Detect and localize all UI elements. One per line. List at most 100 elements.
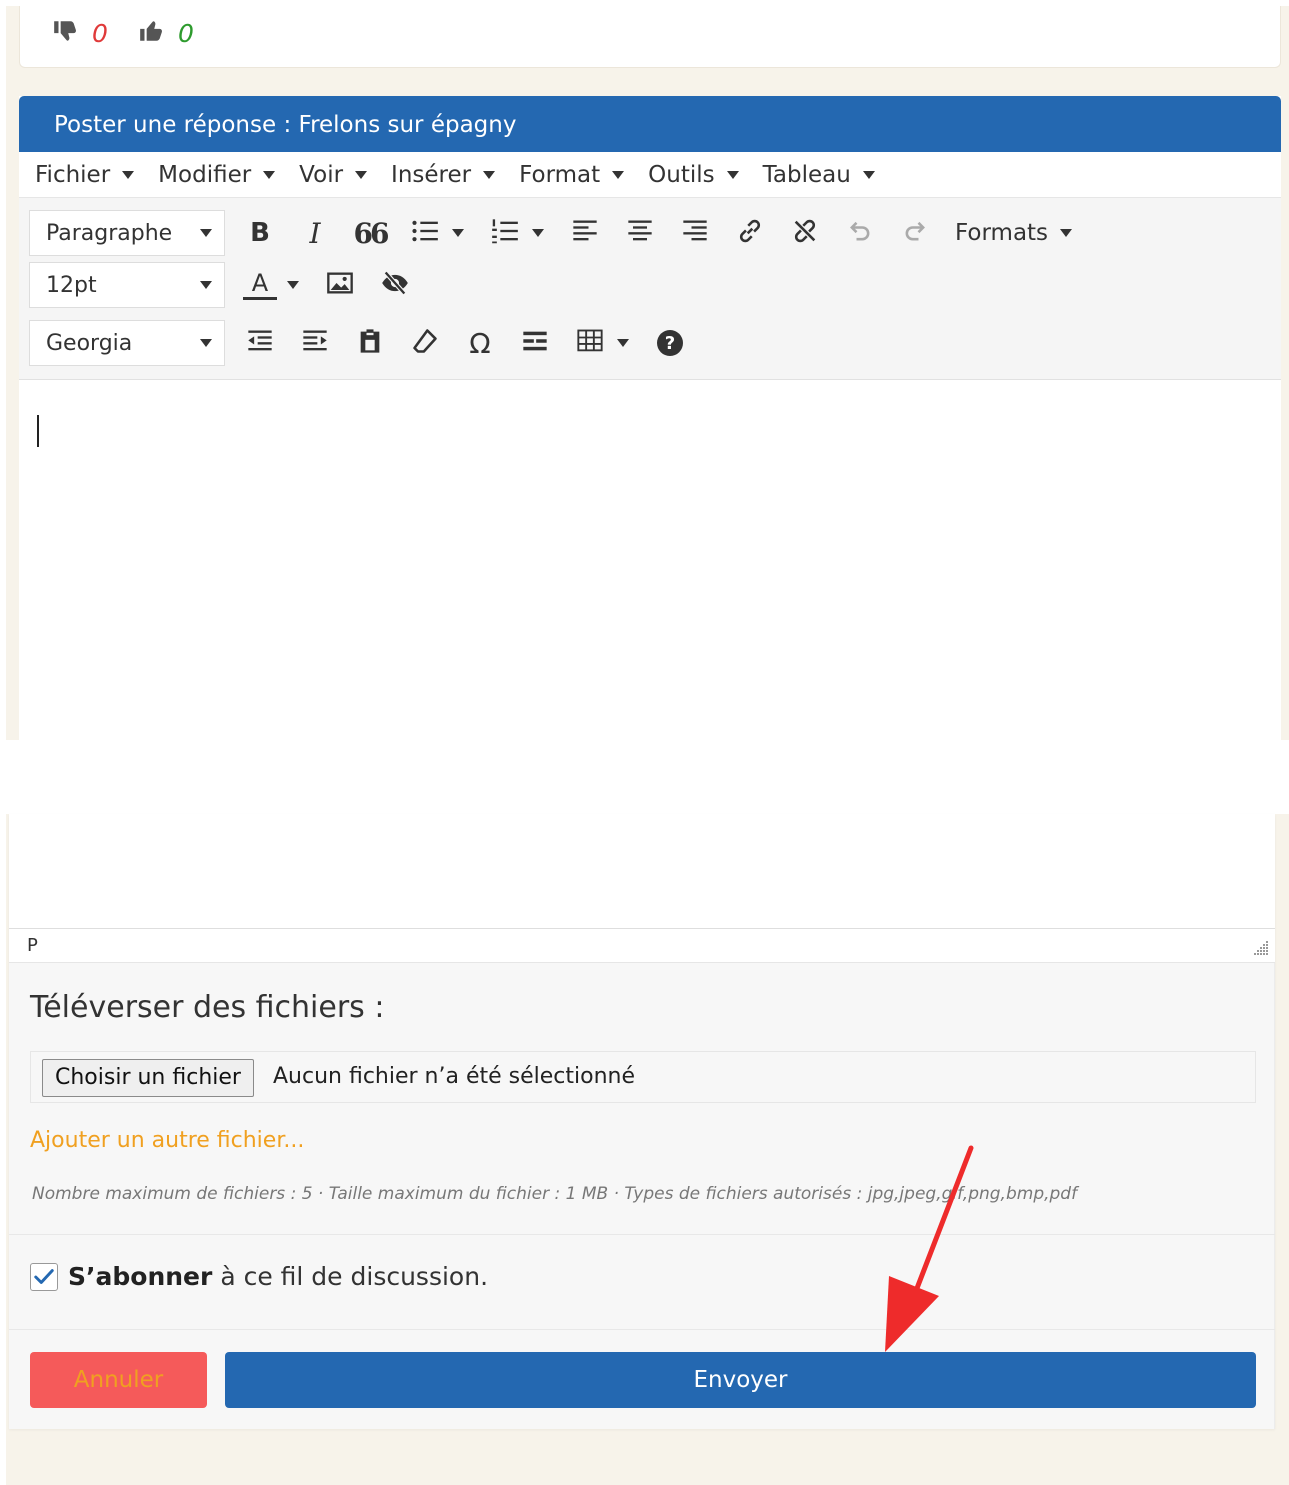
text-color-icon: A	[243, 271, 277, 300]
dislike-vote[interactable]: 0	[52, 18, 108, 48]
align-left-icon	[571, 217, 599, 249]
bold-icon: B	[250, 218, 270, 248]
align-center-button[interactable]	[617, 210, 663, 256]
add-another-file-link[interactable]: Ajouter un autre fichier...	[30, 1128, 304, 1153]
caret-down-icon	[532, 229, 544, 237]
choose-file-button[interactable]: Choisir un fichier	[42, 1059, 254, 1097]
no-file-selected-text: Aucun fichier n’a été sélectionné	[273, 1064, 636, 1089]
previous-post-footer: 0 0	[19, 6, 1281, 68]
indent-icon	[301, 327, 329, 359]
redo-icon	[901, 217, 929, 249]
editor-content-area-continued[interactable]	[9, 814, 1275, 929]
thumbs-down-icon[interactable]	[52, 18, 78, 48]
unlink-icon	[791, 217, 819, 249]
menu-tableau[interactable]: Tableau	[763, 162, 875, 188]
reply-form-footer: P Téléverser des fichiers : Choisir un f…	[9, 814, 1275, 1429]
caret-down-icon	[263, 170, 276, 179]
menu-fichier[interactable]: Fichier	[35, 162, 135, 188]
caret-down-icon	[483, 170, 496, 179]
numbered-list-button[interactable]	[482, 210, 528, 256]
dislike-count: 0	[92, 18, 108, 48]
outdent-icon	[246, 327, 274, 359]
caret-down-icon	[200, 281, 212, 289]
bullet-list-dropdown[interactable]	[448, 210, 468, 256]
eye-slash-icon	[381, 269, 409, 301]
special-character-button[interactable]: Ω	[457, 320, 503, 366]
table-icon	[576, 327, 604, 359]
insert-link-button[interactable]	[727, 210, 773, 256]
redo-button[interactable]	[892, 210, 938, 256]
text-cursor	[37, 415, 39, 447]
numbered-list-dropdown[interactable]	[528, 210, 548, 256]
like-count: 0	[178, 18, 194, 48]
send-button[interactable]: Envoyer	[225, 1352, 1256, 1408]
indent-button[interactable]	[292, 320, 338, 366]
caret-down-icon	[1060, 229, 1073, 237]
image-icon	[326, 269, 354, 301]
caret-down-icon	[355, 170, 368, 179]
bullet-list-icon	[411, 217, 439, 249]
italic-button[interactable]: I	[292, 210, 338, 256]
caret-down-icon	[726, 170, 739, 179]
insert-image-button[interactable]	[317, 262, 363, 308]
subscribe-checkbox[interactable]	[30, 1262, 58, 1291]
bottom-screenshot: P Téléverser des fichiers : Choisir un f…	[6, 814, 1289, 1485]
help-button[interactable]: ?	[647, 320, 693, 366]
caret-down-icon	[122, 170, 135, 179]
subscribe-label-rest: à ce fil de discussion.	[220, 1262, 489, 1291]
caret-down-icon	[200, 339, 212, 347]
toggle-visibility-button[interactable]	[372, 262, 418, 308]
like-vote[interactable]: 0	[138, 18, 194, 48]
divider	[9, 1234, 1275, 1235]
blockquote-icon: 66	[353, 216, 390, 250]
caret-down-icon	[452, 229, 464, 237]
file-input[interactable]: Choisir un fichier Aucun fichier n’a été…	[30, 1051, 1256, 1103]
checkmark-icon	[34, 1268, 54, 1284]
remove-link-button[interactable]	[782, 210, 828, 256]
menu-inserer[interactable]: Insérer	[391, 162, 496, 188]
caret-down-icon	[612, 170, 625, 179]
menu-modifier[interactable]: Modifier	[158, 162, 276, 188]
top-screenshot: 0 0 Poster une réponse : Frelons sur épa…	[6, 6, 1289, 740]
annotation-arrow-icon	[885, 1145, 974, 1352]
caret-down-icon	[200, 229, 212, 237]
eraser-icon	[411, 327, 439, 359]
resize-handle-icon[interactable]	[1253, 940, 1269, 956]
menu-voir[interactable]: Voir	[299, 162, 368, 188]
upload-section-title: Téléverser des fichiers :	[30, 990, 385, 1025]
table-dropdown[interactable]	[613, 320, 633, 366]
formats-menu[interactable]: Formats	[955, 220, 1073, 246]
block-format-select[interactable]: Paragraphe	[29, 210, 225, 256]
caret-down-icon	[617, 339, 629, 347]
caret-down-icon	[862, 170, 875, 179]
menu-format[interactable]: Format	[519, 162, 625, 188]
outdent-button[interactable]	[237, 320, 283, 366]
menu-outils[interactable]: Outils	[648, 162, 739, 188]
horizontal-rule-button[interactable]	[512, 320, 558, 366]
caret-down-icon	[287, 281, 299, 289]
paste-button[interactable]	[347, 320, 393, 366]
bullet-list-button[interactable]	[402, 210, 448, 256]
bold-button[interactable]: B	[237, 210, 283, 256]
font-size-select[interactable]: 12pt	[29, 262, 225, 308]
thumbs-up-icon[interactable]	[138, 18, 164, 48]
text-color-dropdown[interactable]	[283, 262, 303, 308]
editor-content-area[interactable]	[19, 381, 1281, 740]
subscribe-label-strong: S’abonner	[68, 1262, 213, 1291]
table-button[interactable]	[567, 320, 613, 366]
clipboard-icon	[356, 327, 384, 359]
element-path[interactable]: P	[27, 935, 38, 956]
undo-icon	[846, 217, 874, 249]
clear-formatting-button[interactable]	[402, 320, 448, 366]
subscribe-option[interactable]: S’abonner à ce fil de discussion.	[30, 1262, 488, 1291]
numbered-list-icon	[491, 217, 519, 249]
text-color-button[interactable]: A	[237, 262, 283, 308]
align-left-button[interactable]	[562, 210, 608, 256]
blockquote-button[interactable]: 66	[347, 210, 393, 256]
align-right-button[interactable]	[672, 210, 718, 256]
help-icon: ?	[657, 330, 683, 356]
undo-button[interactable]	[837, 210, 883, 256]
italic-icon: I	[309, 216, 321, 250]
cancel-button[interactable]: Annuler	[30, 1352, 207, 1408]
font-family-select[interactable]: Georgia	[29, 320, 225, 366]
